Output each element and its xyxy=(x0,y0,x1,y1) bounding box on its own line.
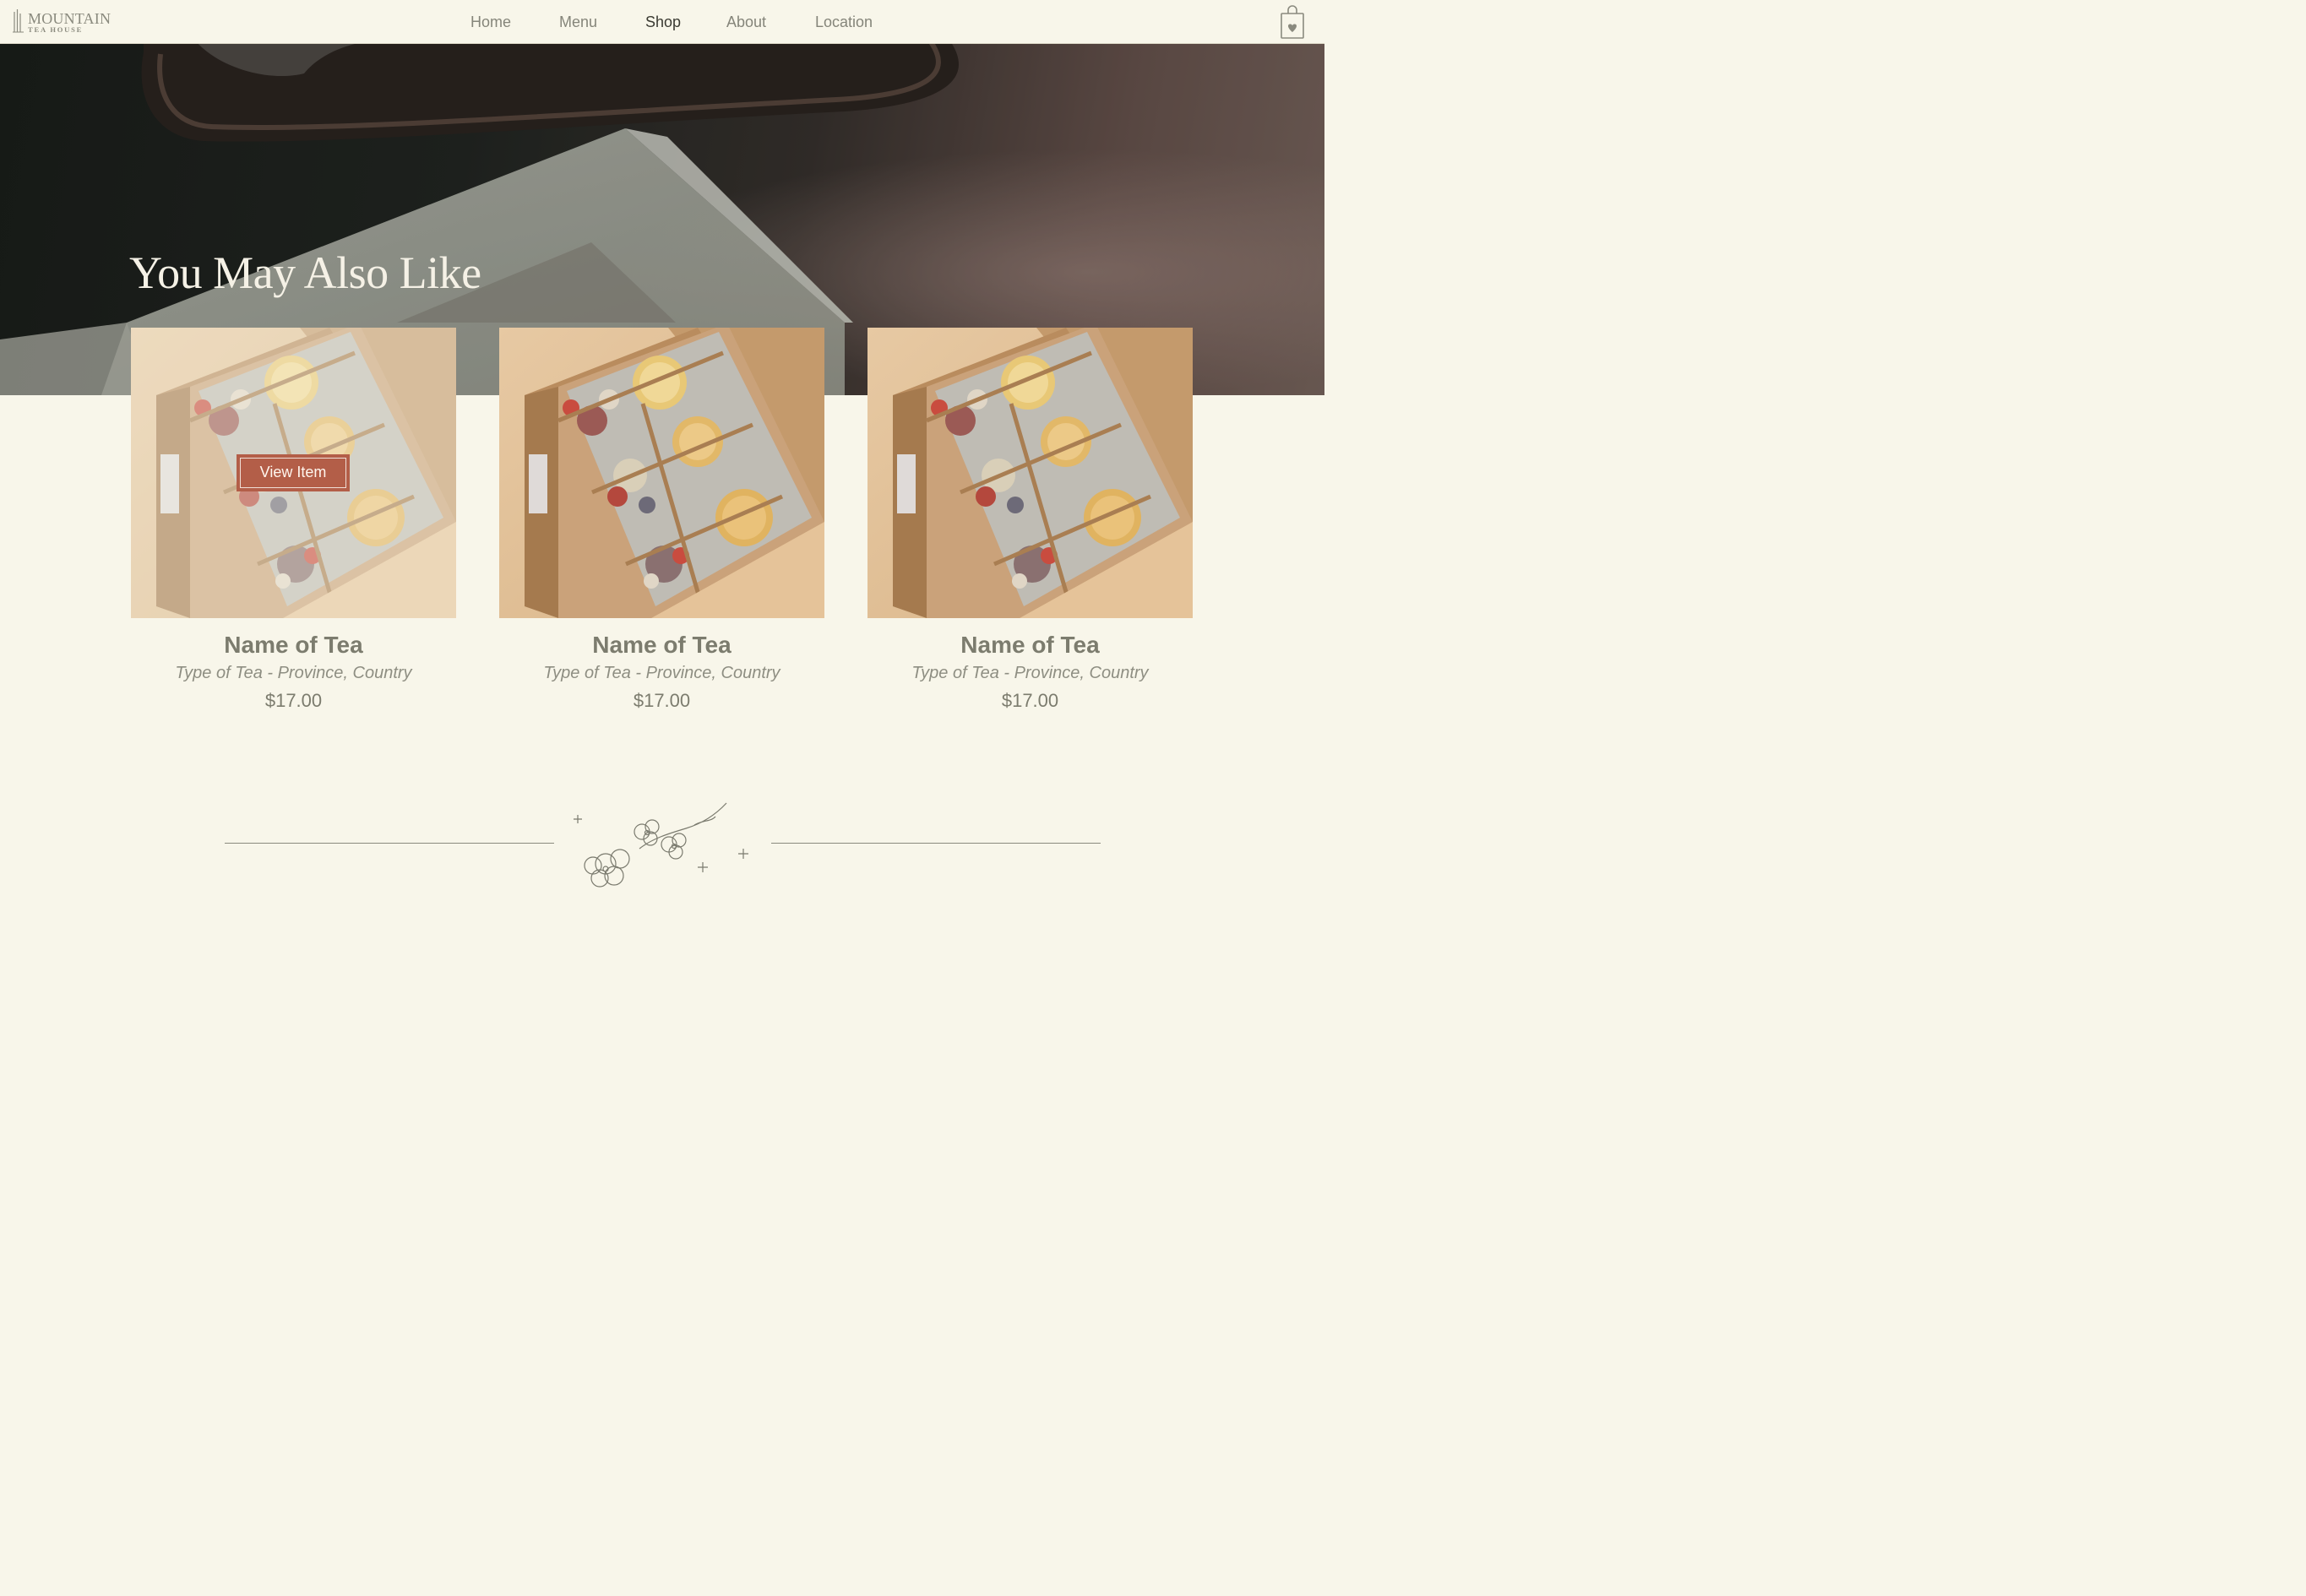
shopping-bag-heart-icon xyxy=(1281,5,1304,39)
view-item-button[interactable]: View Item xyxy=(237,454,350,491)
product-image[interactable]: View Item xyxy=(131,328,456,618)
product-image[interactable] xyxy=(867,328,1193,618)
product-card[interactable]: Name of Tea Type of Tea - Province, Coun… xyxy=(499,328,824,712)
view-item-label: View Item xyxy=(240,458,346,488)
product-type: Type of Tea - Province, Country xyxy=(543,664,780,682)
product-type: Type of Tea - Province, Country xyxy=(911,664,1149,682)
section-heading: You May Also Like xyxy=(129,247,481,298)
product-name[interactable]: Name of Tea xyxy=(867,632,1193,659)
nav-item-menu[interactable]: Menu xyxy=(559,14,597,31)
cart-button[interactable] xyxy=(1277,3,1308,41)
divider-line-left xyxy=(225,843,554,844)
main-nav: Home Menu Shop About Location xyxy=(0,0,1324,44)
nav-item-location[interactable]: Location xyxy=(815,14,873,31)
nav-item-shop[interactable]: Shop xyxy=(645,14,681,31)
top-navigation-bar: MOUNTAIN TEA HOUSE Home Menu Shop About … xyxy=(0,0,1324,44)
product-type: Type of Tea - Province, Country xyxy=(175,664,412,682)
divider-line-right xyxy=(771,843,1101,844)
product-name[interactable]: Name of Tea xyxy=(499,632,824,659)
nav-item-about[interactable]: About xyxy=(726,14,766,31)
product-price: $17.00 xyxy=(633,690,691,711)
nav-item-home[interactable]: Home xyxy=(470,14,511,31)
product-price: $17.00 xyxy=(1001,690,1059,711)
product-card[interactable]: View Item Name of Tea Type of Tea - Prov… xyxy=(131,328,456,712)
product-name[interactable]: Name of Tea xyxy=(131,632,456,659)
product-image[interactable] xyxy=(499,328,824,618)
blossom-branch-icon xyxy=(574,802,748,888)
product-card[interactable]: Name of Tea Type of Tea - Province, Coun… xyxy=(867,328,1193,712)
product-price: $17.00 xyxy=(264,690,323,711)
